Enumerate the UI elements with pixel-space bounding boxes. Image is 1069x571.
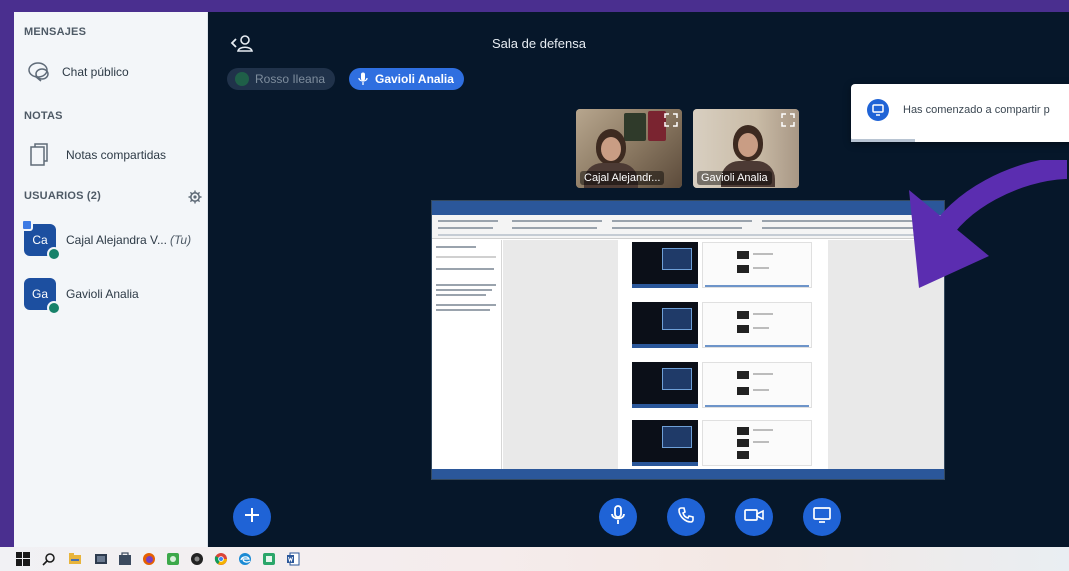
edge-icon[interactable] bbox=[238, 552, 252, 566]
fullscreen-icon[interactable] bbox=[664, 113, 678, 127]
presenter-icon bbox=[21, 219, 33, 231]
actions-plus-button[interactable] bbox=[233, 498, 271, 536]
screen-share-notification: Has comenzado a compartir p bbox=[851, 84, 1069, 142]
camera-button[interactable] bbox=[735, 498, 773, 536]
voice-status-icon bbox=[47, 247, 61, 261]
store-icon[interactable] bbox=[118, 552, 132, 566]
chat-icon bbox=[24, 59, 54, 85]
meeting-title: Sala de defensa bbox=[492, 36, 586, 51]
word-status-bar bbox=[432, 469, 944, 479]
windows-start-icon[interactable] bbox=[16, 552, 30, 566]
webcam-label: Gavioli Analia bbox=[697, 171, 772, 185]
talker-name: Gavioli Analia bbox=[375, 72, 454, 86]
phone-button[interactable] bbox=[667, 498, 705, 536]
file-explorer-icon[interactable] bbox=[68, 552, 82, 566]
app-dark-icon[interactable] bbox=[190, 552, 204, 566]
word-ribbon bbox=[432, 215, 944, 239]
webcam-tile[interactable]: Gavioli Analia bbox=[693, 109, 799, 188]
notification-text: Has comenzado a compartir p bbox=[903, 104, 1050, 116]
you-tag: (Tu) bbox=[169, 233, 192, 247]
user-name: Cajal Alejandra V... bbox=[66, 233, 167, 247]
meeting-app: MENSAJES Chat público NOTAS Notas compar… bbox=[14, 12, 1069, 547]
word-navigation-pane bbox=[432, 240, 502, 469]
talker-indicator[interactable]: Rosso Ileana bbox=[227, 68, 336, 90]
microphone-icon bbox=[357, 72, 369, 86]
windows-taskbar bbox=[0, 547, 1069, 571]
sidebar-item-shared-notes[interactable]: Notas compartidas bbox=[24, 140, 204, 170]
chrome-icon[interactable] bbox=[214, 552, 228, 566]
avatar: Ca bbox=[21, 219, 61, 261]
phone-icon bbox=[677, 506, 695, 529]
app-green-icon[interactable] bbox=[166, 552, 180, 566]
microphone-button[interactable] bbox=[599, 498, 637, 536]
avatar: Ga bbox=[24, 278, 61, 315]
camera-icon bbox=[744, 508, 764, 527]
screen-share-icon bbox=[813, 506, 831, 528]
voice-status-icon bbox=[47, 301, 61, 315]
app-teal-icon[interactable] bbox=[262, 552, 276, 566]
microphone-icon bbox=[610, 504, 626, 530]
messages-section-title: MENSAJES bbox=[24, 26, 87, 38]
main-area: Sala de defensa Rosso Ileana Gavioli Ana… bbox=[209, 12, 1069, 547]
notes-section-title: NOTAS bbox=[24, 110, 63, 122]
screen-share-button[interactable] bbox=[803, 498, 841, 536]
webcam-label: Cajal Alejandr... bbox=[580, 171, 665, 185]
webcam-tile[interactable]: Cajal Alejandr... bbox=[576, 109, 682, 188]
word-icon[interactable] bbox=[286, 552, 300, 566]
gear-icon[interactable] bbox=[188, 190, 202, 204]
word-document-area bbox=[503, 240, 944, 469]
annotation-arrow-icon bbox=[909, 160, 1067, 288]
firefox-icon[interactable] bbox=[142, 552, 156, 566]
sidebar-item-label: Notas compartidas bbox=[66, 148, 167, 162]
document-page bbox=[618, 240, 828, 469]
user-list-item[interactable]: Ga Gavioli Analia bbox=[24, 276, 208, 315]
user-name: Gavioli Analia bbox=[66, 287, 139, 301]
screen-share-view bbox=[431, 200, 945, 480]
search-icon[interactable] bbox=[42, 552, 56, 566]
sidebar: MENSAJES Chat público NOTAS Notas compar… bbox=[14, 12, 208, 547]
screen-share-icon bbox=[867, 99, 889, 121]
talker-indicator[interactable]: Gavioli Analia bbox=[349, 68, 464, 90]
sidebar-item-public-chat[interactable]: Chat público bbox=[24, 57, 204, 87]
muted-status-icon bbox=[235, 72, 249, 86]
notification-progress bbox=[851, 139, 915, 142]
users-section-title: USUARIOS (2) bbox=[24, 190, 101, 202]
app-icon[interactable] bbox=[94, 552, 108, 566]
talker-name: Rosso Ileana bbox=[255, 72, 326, 86]
word-title-bar bbox=[432, 201, 944, 209]
fullscreen-icon[interactable] bbox=[781, 113, 795, 127]
sidebar-item-label: Chat público bbox=[62, 65, 129, 79]
user-list-item[interactable]: Ca Cajal Alejandra V... (Tu) bbox=[21, 219, 208, 261]
notes-icon bbox=[24, 142, 54, 168]
plus-icon bbox=[243, 506, 261, 529]
